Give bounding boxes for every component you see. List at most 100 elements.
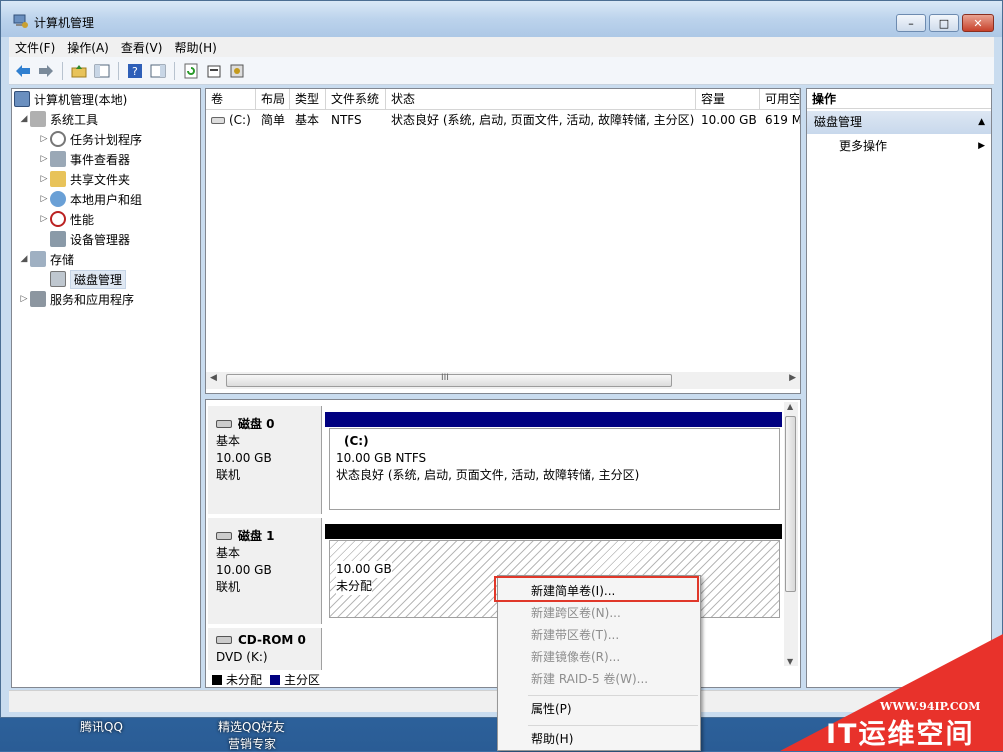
window-title: 计算机管理: [34, 16, 95, 30]
expanded-arrow-icon[interactable]: ◢: [18, 114, 30, 124]
menu-item-help[interactable]: 帮助(H): [531, 729, 573, 749]
scroll-left-icon[interactable]: ◀: [210, 373, 217, 383]
partition-name: (C:): [344, 434, 369, 448]
more-actions-item[interactable]: 更多操作 ▶: [839, 137, 985, 155]
disk-state: 联机: [216, 580, 241, 594]
tree-item-root[interactable]: 计算机管理(本地): [14, 89, 127, 109]
collapsed-arrow-icon[interactable]: ▷: [38, 194, 50, 204]
partition-body[interactable]: (C:) 10.00 GB NTFS 状态良好 (系统, 启动, 页面文件, 活…: [329, 428, 780, 510]
column-header-free[interactable]: 可用空: [760, 89, 800, 110]
tree-item-shared-folders[interactable]: ▷ 共享文件夹: [38, 169, 130, 189]
menu-item-new-simple-volume[interactable]: 新建简单卷(I)...: [531, 581, 615, 601]
maximize-button[interactable]: □: [929, 14, 959, 32]
column-header-layout[interactable]: 布局: [256, 89, 290, 110]
scrollbar-thumb[interactable]: III: [226, 373, 672, 387]
menu-view[interactable]: 查看(V): [115, 39, 169, 56]
desktop-icon-label[interactable]: 腾讯QQ: [80, 718, 123, 735]
volume-list: 卷 布局 类型 文件系统 状态 容量 可用空 (C:) 简单 基本 NTFS 状…: [205, 88, 801, 394]
desktop-icon-label[interactable]: 精选QQ好友: [218, 718, 285, 735]
refresh-icon[interactable]: [181, 61, 201, 81]
table-row[interactable]: (C:) 简单 基本 NTFS 状态良好 (系统, 启动, 页面文件, 活动, …: [206, 111, 800, 129]
partition-c[interactable]: (C:) 10.00 GB NTFS 状态良好 (系统, 启动, 页面文件, 活…: [325, 412, 782, 510]
collapse-arrow-icon[interactable]: ▲: [978, 111, 985, 134]
settings-icon[interactable]: [227, 61, 247, 81]
scrollbar-thumb[interactable]: [785, 416, 796, 592]
menu-item-new-mirrored-volume[interactable]: 新建镜像卷(R)...: [531, 647, 620, 667]
disk-kind: 基本: [216, 434, 241, 448]
back-icon[interactable]: [13, 61, 33, 81]
title-bar[interactable]: 计算机管理 – □ ✕: [1, 1, 1002, 37]
tree-label: 性能: [70, 212, 95, 227]
actions-section-disk-management[interactable]: 磁盘管理 ▲: [807, 111, 991, 134]
menu-help[interactable]: 帮助(H): [168, 39, 222, 56]
properties-icon[interactable]: [204, 61, 224, 81]
tree-label: 计算机管理(本地): [34, 92, 128, 107]
forward-icon[interactable]: [36, 61, 56, 81]
disk-size: 10.00 GB: [216, 451, 272, 465]
tree-item-device-manager[interactable]: 设备管理器: [50, 229, 130, 249]
disk-info[interactable]: CD-ROM 0 DVD (K:): [208, 628, 322, 670]
toolbar-separator: [118, 61, 119, 80]
desktop-icon-label[interactable]: 营销专家: [228, 735, 276, 752]
minimize-button[interactable]: –: [896, 14, 926, 32]
column-header-type[interactable]: 类型: [290, 89, 326, 110]
column-header-filesystem[interactable]: 文件系统: [326, 89, 386, 110]
up-folder-icon[interactable]: [69, 61, 89, 81]
disk-info[interactable]: 磁盘 0 基本 10.00 GB 联机: [208, 406, 322, 514]
tools-icon: [30, 111, 46, 127]
tree-item-performance[interactable]: ▷ 性能: [38, 209, 94, 229]
partition-size: 10.00 GB NTFS: [336, 451, 427, 465]
disk-info[interactable]: 磁盘 1 基本 10.00 GB 联机: [208, 518, 322, 624]
column-header-status[interactable]: 状态: [386, 89, 696, 110]
computer-management-icon: [13, 14, 28, 28]
collapsed-arrow-icon[interactable]: ▷: [38, 134, 50, 144]
disk-icon: [50, 271, 66, 287]
tree-item-event-viewer[interactable]: ▷ 事件查看器: [38, 149, 130, 169]
show-hide-tree-icon[interactable]: [92, 61, 112, 81]
legend-label: 主分区: [284, 673, 321, 687]
menu-file[interactable]: 文件(F): [9, 39, 61, 56]
tree-label: 任务计划程序: [70, 132, 143, 147]
disk-row[interactable]: 磁盘 0 基本 10.00 GB 联机 (C:) 10.00 GB NTFS 状…: [208, 406, 782, 514]
cell-capacity: 10.00 GB: [701, 113, 757, 127]
disk-kind: DVD (K:): [216, 650, 268, 664]
scroll-right-icon[interactable]: ▶: [789, 373, 796, 383]
scroll-up-icon[interactable]: ▲: [787, 402, 793, 411]
vertical-scrollbar[interactable]: ▲ ▼: [784, 402, 798, 666]
list-header: 卷 布局 类型 文件系统 状态 容量 可用空: [206, 89, 800, 110]
menu-item-new-spanned-volume[interactable]: 新建跨区卷(N)...: [531, 603, 621, 623]
device-manager-icon: [50, 231, 66, 247]
collapsed-arrow-icon[interactable]: ▷: [38, 214, 50, 224]
partition-size: 10.00 GB: [336, 561, 392, 578]
collapsed-arrow-icon[interactable]: ▷: [38, 174, 50, 184]
tree-label: 共享文件夹: [70, 172, 131, 187]
disk-state: 联机: [216, 468, 241, 482]
menu-item-properties[interactable]: 属性(P): [531, 699, 572, 719]
close-button[interactable]: ✕: [962, 14, 994, 32]
tree-label: 服务和应用程序: [50, 292, 135, 307]
help-icon[interactable]: ?: [125, 61, 145, 81]
legend-swatch-unallocated: [212, 674, 222, 685]
menu-item-new-raid5-volume[interactable]: 新建 RAID-5 卷(W)...: [531, 669, 648, 689]
column-header-volume[interactable]: 卷: [206, 89, 256, 110]
collapsed-arrow-icon[interactable]: ▷: [18, 294, 30, 304]
svg-text:?: ?: [132, 65, 138, 78]
horizontal-scrollbar[interactable]: ◀ III ▶: [206, 372, 800, 389]
menu-action[interactable]: 操作(A): [61, 39, 115, 56]
tree-item-local-users[interactable]: ▷ 本地用户和组: [38, 189, 142, 209]
tree-item-task-scheduler[interactable]: ▷ 任务计划程序: [38, 129, 142, 149]
show-hide-action-pane-icon[interactable]: [148, 61, 168, 81]
tree-item-system-tools[interactable]: ◢ 系统工具: [18, 109, 98, 129]
partition-status: 状态良好 (系统, 启动, 页面文件, 活动, 故障转储, 主分区): [336, 468, 640, 482]
menu-item-new-striped-volume[interactable]: 新建带区卷(T)...: [531, 625, 619, 645]
expanded-arrow-icon[interactable]: ◢: [18, 254, 30, 264]
storage-icon: [30, 251, 46, 267]
collapsed-arrow-icon[interactable]: ▷: [38, 154, 50, 164]
column-header-capacity[interactable]: 容量: [696, 89, 760, 110]
tree-item-services-apps[interactable]: ▷ 服务和应用程序: [18, 289, 134, 309]
cell-layout: 简单: [261, 113, 286, 127]
tree-item-disk-management[interactable]: 磁盘管理: [50, 269, 127, 289]
drive-icon: [211, 117, 225, 124]
tree-label: 本地用户和组: [70, 192, 143, 207]
tree-item-storage[interactable]: ◢ 存储: [18, 249, 74, 269]
